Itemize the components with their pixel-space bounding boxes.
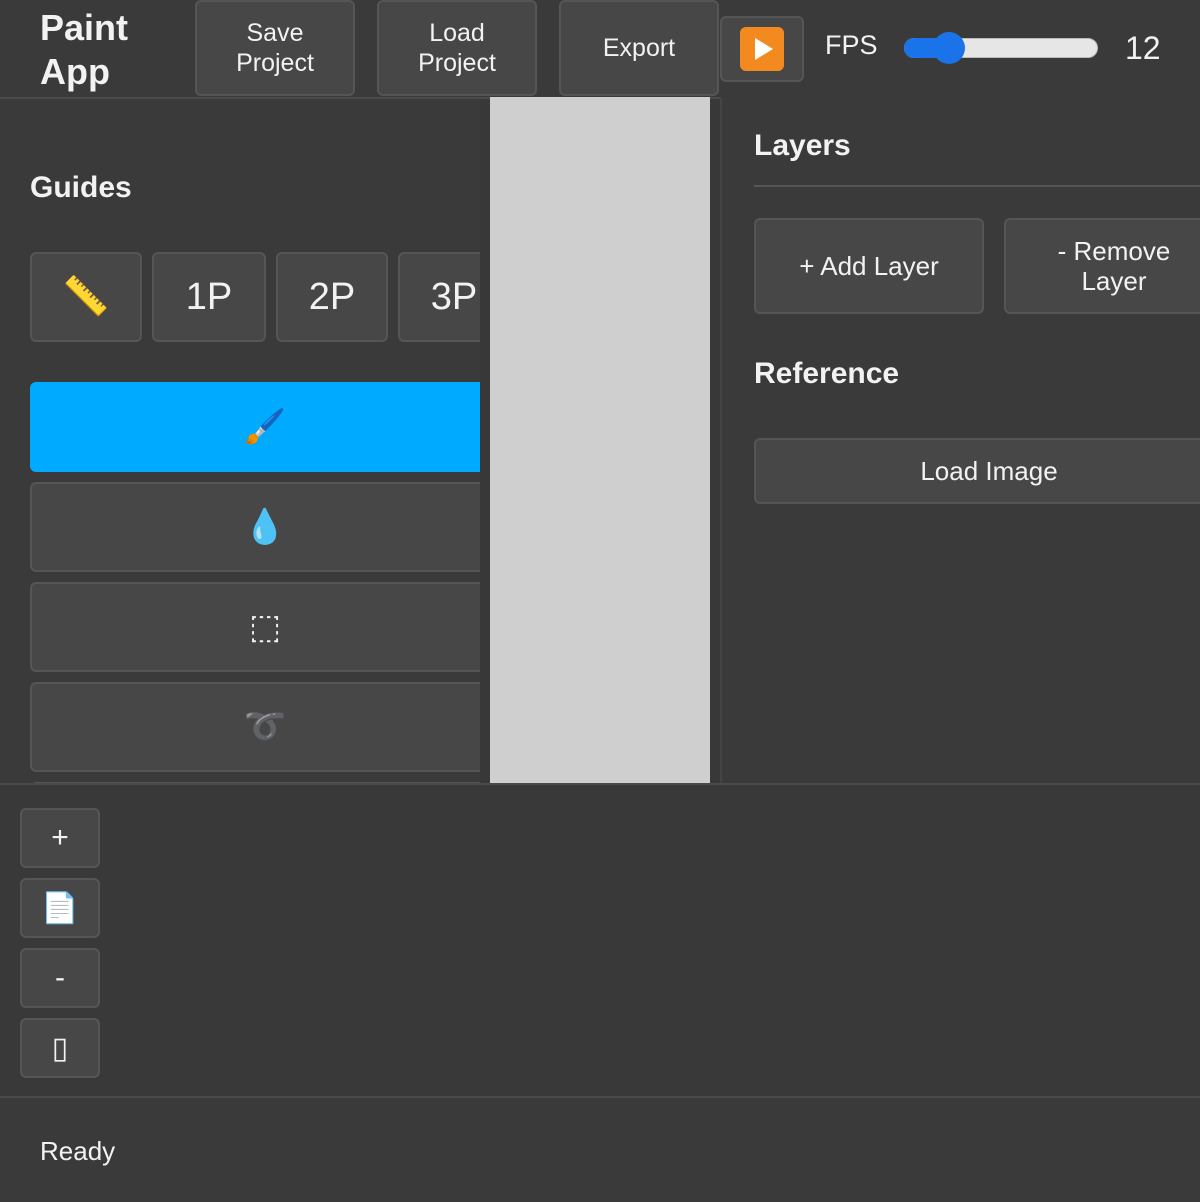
guide-ruler-button[interactable]: 📏 <box>30 252 142 342</box>
blank-frame-icon: ▯ <box>51 1031 69 1065</box>
lasso-tool-button[interactable]: ➰ <box>30 682 480 772</box>
layers-title: Layers <box>754 129 851 162</box>
add-frame-icon: + <box>51 821 69 854</box>
brush-tool-button[interactable]: 🖌️ <box>30 382 480 472</box>
play-icon <box>740 27 784 71</box>
save-project-button[interactable]: Save Project <box>195 0 355 96</box>
drawing-canvas[interactable] <box>490 97 710 783</box>
app-title: Paint App <box>40 7 129 92</box>
divider <box>754 185 1200 187</box>
reference-title: Reference <box>754 357 900 390</box>
frames-panel: + 📄 - ▯ <box>0 783 1200 1097</box>
load-project-button[interactable]: Load Project <box>377 0 537 96</box>
fps-slider-thumb[interactable] <box>933 32 965 64</box>
remove-frame-icon: - <box>55 961 65 994</box>
layers-panel: Layers + Add Layer - Remove Layer Refere… <box>720 97 1200 783</box>
duplicate-frame-button[interactable]: 📄 <box>20 878 100 938</box>
status-text: Ready <box>40 1136 116 1166</box>
top-toolbar: Paint App Save Project Load Project Expo… <box>0 0 1200 99</box>
export-button[interactable]: Export <box>559 0 719 96</box>
brush-icon: 🖌️ <box>243 408 287 446</box>
guide-2p-button[interactable]: 2P <box>276 252 388 342</box>
load-image-button[interactable]: Load Image <box>754 438 1200 504</box>
tools-panel: Guides 📏 1P 2P 3P 🖌️ 💧 ⬚ ➰ <box>0 99 480 783</box>
droplet-icon: 💧 <box>243 508 287 546</box>
fps-slider[interactable] <box>904 32 1098 64</box>
guide-3p-button[interactable]: 3P <box>398 252 480 342</box>
add-layer-button[interactable]: + Add Layer <box>754 218 984 314</box>
guide-1p-button[interactable]: 1P <box>152 252 266 342</box>
lasso-icon: ➰ <box>243 708 287 746</box>
guides-title: Guides <box>30 171 132 204</box>
fill-tool-button[interactable]: 💧 <box>30 482 480 572</box>
remove-frame-button[interactable]: - <box>20 948 100 1008</box>
blank-frame-button[interactable]: ▯ <box>20 1018 100 1078</box>
rectangle-select-icon: ⬚ <box>248 608 282 646</box>
fps-label: FPS <box>825 30 878 60</box>
status-bar: Ready <box>0 1096 1200 1202</box>
ruler-icon: 📏 <box>62 276 110 318</box>
play-button[interactable] <box>720 16 804 82</box>
remove-layer-button[interactable]: - Remove Layer <box>1004 218 1200 314</box>
select-tool-button[interactable]: ⬚ <box>30 582 480 672</box>
fps-value: 12 <box>1125 30 1161 66</box>
document-icon: 📄 <box>41 891 79 925</box>
add-frame-button[interactable]: + <box>20 808 100 868</box>
